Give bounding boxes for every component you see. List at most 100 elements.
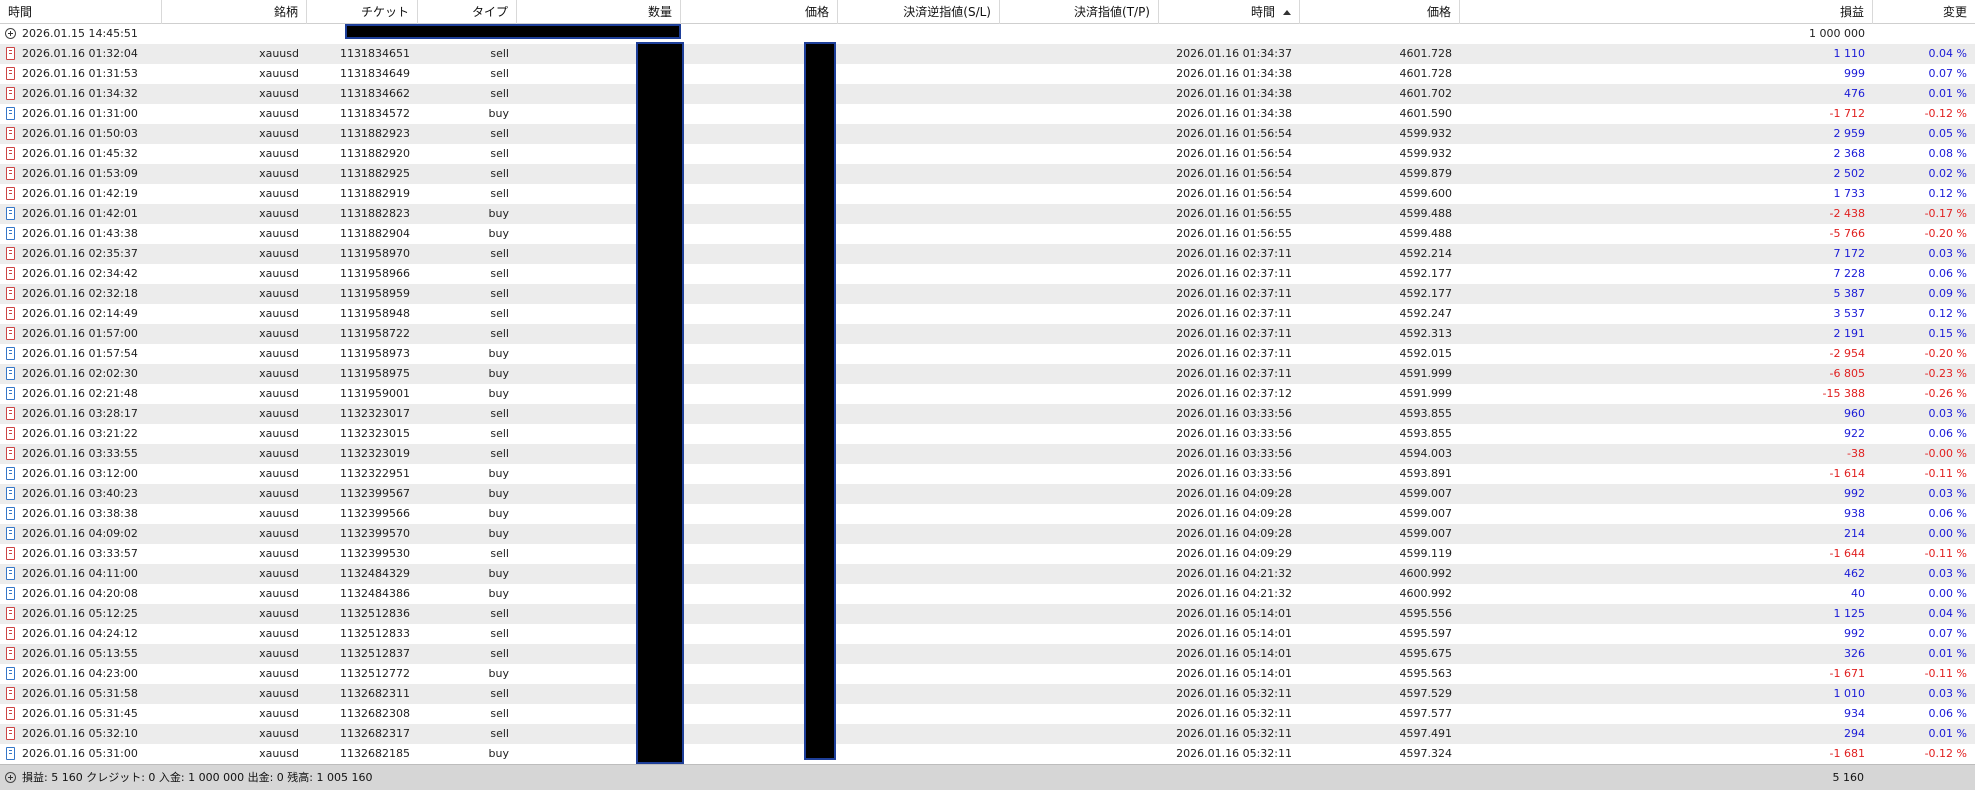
table-row[interactable]: 2026.01.16 01:31:53 xauusd 1131834649 sell 4… — [0, 64, 1975, 84]
cell-time: 2026.01.16 01:42:19 — [22, 187, 138, 200]
cell-change: -0.00 % — [1924, 447, 1967, 460]
cell-profit: 1 000 000 — [1809, 27, 1865, 40]
cell-profit: 7 228 — [1833, 267, 1866, 280]
header-change[interactable]: 変更 — [1873, 0, 1975, 24]
cell-symbol: xauusd — [259, 707, 299, 720]
table-row[interactable]: 2026.01.16 03:12:00 xauusd 1132322951 buy 45… — [0, 464, 1975, 484]
cell-time: 2026.01.16 03:33:57 — [22, 547, 138, 560]
cell-close_price: 4592.247 — [1399, 307, 1453, 320]
table-row[interactable]: 2026.01.16 02:21:48xauusd1131959001buy46… — [0, 384, 1975, 404]
table-row[interactable]: 2026.01.16 05:13:55 xauusd 1132512837 sell 4… — [0, 644, 1975, 664]
sort-ascending-icon[interactable] — [1283, 10, 1291, 15]
cell-ticket: 1132512833 — [340, 627, 410, 640]
cell-close_price: 4592.015 — [1399, 347, 1453, 360]
cell-type: buy — [488, 387, 509, 400]
cell-close_price: 4593.855 — [1399, 427, 1453, 440]
table-row[interactable]: 2026.01.16 01:50:03 xauusd 1131882923 sell 4… — [0, 124, 1975, 144]
cell-time: 2026.01.16 02:21:48 — [22, 387, 138, 400]
table-row[interactable]: 2026.01.16 03:21:22 xauusd 1132323015 sell 4… — [0, 424, 1975, 444]
header-symbol[interactable]: 銘柄 — [162, 0, 307, 24]
cell-time: 2026.01.16 02:34:42 — [22, 267, 138, 280]
cell-change: 0.07 % — [1928, 627, 1967, 640]
cell-ticket: 1132323019 — [340, 447, 410, 460]
table-row[interactable]: 2026.01.16 01:53:09 xauusd 1131882925 sell 4… — [0, 164, 1975, 184]
cell-profit: 1 125 — [1833, 607, 1866, 620]
cell-close_price: 4593.855 — [1399, 407, 1453, 420]
table-row[interactable]: 2026.01.16 05:32:10 xauusd 1132682317 sell 4… — [0, 724, 1975, 744]
cell-profit: 214 — [1844, 527, 1865, 540]
cell-type: sell — [490, 547, 509, 560]
cell-type: buy — [488, 107, 509, 120]
table-row[interactable]: 2026.01.16 02:35:37 xauusd 1131958970 sell 4… — [0, 244, 1975, 264]
table-row[interactable]: 2026.01.16 01:57:00 xauusd 1131958722 sell 4… — [0, 324, 1975, 344]
table-row[interactable]: 2026.01.16 02:32:18 xauusd 1131958959 sell 4… — [0, 284, 1975, 304]
header-price[interactable]: 価格 — [681, 0, 838, 24]
cell-type: buy — [488, 507, 509, 520]
cell-symbol: xauusd — [259, 347, 299, 360]
table-row[interactable]: 2026.01.16 04:23:00xauusd1132512772buy46… — [0, 664, 1975, 684]
table-row[interactable]: 2026.01.16 01:42:01xauusd1131882823buy46… — [0, 204, 1975, 224]
table-row[interactable]: 2026.01.16 01:42:19 xauusd 1131882919 sell 4… — [0, 184, 1975, 204]
table-row[interactable]: 2026.01.16 05:31:45 xauusd 1132682308 sell 4… — [0, 704, 1975, 724]
header-close_price[interactable]: 価格 — [1300, 0, 1460, 24]
cell-symbol: xauusd — [259, 747, 299, 760]
table-row[interactable]: 2026.01.16 04:11:00 xauusd 1132484329 buy 46… — [0, 564, 1975, 584]
header-ticket[interactable]: チケット — [307, 0, 418, 24]
cell-change: 0.01 % — [1928, 727, 1967, 740]
header-label: 変更 — [1942, 5, 1967, 19]
table-row[interactable]: 2026.01.16 04:20:08 xauusd 1132484386 buy 46… — [0, 584, 1975, 604]
cell-ticket: 1131834651 — [340, 47, 410, 60]
table-row[interactable]: 2026.01.16 02:14:49 xauusd 1131958948 sell 4… — [0, 304, 1975, 324]
table-row[interactable]: 2026.01.16 03:33:55 xauusd 1132323019 sell 4… — [0, 444, 1975, 464]
cell-close_time: 2026.01.16 02:37:11 — [1176, 307, 1292, 320]
cell-type: sell — [490, 427, 509, 440]
table-row[interactable]: 2026.01.16 04:24:12 xauusd 1132512833 sell 4… — [0, 624, 1975, 644]
header-volume[interactable]: 数量 — [517, 0, 681, 24]
expand-plus-icon[interactable] — [5, 772, 16, 783]
cell-symbol: xauusd — [259, 507, 299, 520]
table-row[interactable]: 2026.01.16 03:28:17 xauusd 1132323017 sell 4… — [0, 404, 1975, 424]
cell-close_time: 2026.01.16 01:56:54 — [1176, 187, 1292, 200]
header-type[interactable]: タイプ — [418, 0, 517, 24]
table-row[interactable]: 2026.01.16 02:02:30xauusd1131958975buy46… — [0, 364, 1975, 384]
cell-type: sell — [490, 647, 509, 660]
cell-symbol: xauusd — [259, 267, 299, 280]
cell-time: 2026.01.16 01:31:53 — [22, 67, 138, 80]
cell-symbol: xauusd — [259, 667, 299, 680]
cell-ticket: 1131834649 — [340, 67, 410, 80]
table-row[interactable]: 2026.01.16 05:31:00xauusd1132682185buy46… — [0, 744, 1975, 764]
cell-symbol: xauusd — [259, 287, 299, 300]
cell-type: sell — [490, 47, 509, 60]
table-row[interactable]: 2026.01.16 01:57:54xauusd1131958973buy46… — [0, 344, 1975, 364]
header-time[interactable]: 時間 — [0, 0, 162, 24]
cell-close_price: 4597.324 — [1399, 747, 1453, 760]
cell-profit: -2 438 — [1829, 207, 1865, 220]
table-row[interactable]: 2026.01.16 03:33:57 xauusd 1132399530 sell 4… — [0, 544, 1975, 564]
table-row[interactable]: 2026.01.16 04:09:02 xauusd 1132399570 buy 45… — [0, 524, 1975, 544]
table-row[interactable]: 2026.01.16 01:34:32 xauusd 1131834662 sell 4… — [0, 84, 1975, 104]
cell-ticket: 1131882919 — [340, 187, 410, 200]
table-row[interactable]: 2026.01.16 01:43:38xauusd1131882904buy46… — [0, 224, 1975, 244]
table-row[interactable]: 2026.01.16 05:12:25 xauusd 1132512836 sell 4… — [0, 604, 1975, 624]
table-row[interactable]: 2026.01.16 02:34:42 xauusd 1131958966 sell 4… — [0, 264, 1975, 284]
table-row[interactable]: 2026.01.16 03:38:38 xauusd 1132399566 buy 45… — [0, 504, 1975, 524]
header-sl[interactable]: 決済逆指値(S/L) — [838, 0, 1000, 24]
table-row[interactable]: 2026.01.16 03:40:23 xauusd 1132399567 buy 45… — [0, 484, 1975, 504]
cell-close_price: 4595.597 — [1399, 627, 1453, 640]
table-row[interactable]: 2026.01.16 05:31:58 xauusd 1132682311 sell 4… — [0, 684, 1975, 704]
cell-profit: 5 387 — [1833, 287, 1866, 300]
cell-change: 0.01 % — [1928, 87, 1967, 100]
cell-symbol: xauusd — [259, 147, 299, 160]
cell-time: 2026.01.16 04:09:02 — [22, 527, 138, 540]
balance-row[interactable]: 2026.01.15 14:45:51 1 000 000 — [0, 24, 1975, 44]
table-row[interactable]: 2026.01.16 01:32:04 xauusd 1131834651 sell 4… — [0, 44, 1975, 64]
table-row[interactable]: 2026.01.16 01:31:00 xauusd 1131834572 buy 46… — [0, 104, 1975, 124]
cell-close_price: 4597.529 — [1399, 687, 1453, 700]
cell-type: sell — [490, 67, 509, 80]
cell-close_price: 4597.491 — [1399, 727, 1453, 740]
table-row[interactable]: 2026.01.16 01:45:32 xauusd 1131882920 sell 4… — [0, 144, 1975, 164]
redaction-volume-column — [636, 42, 684, 764]
header-profit[interactable]: 損益 — [1460, 0, 1873, 24]
header-close_time[interactable]: 時間 — [1159, 0, 1300, 24]
header-tp[interactable]: 決済指値(T/P) — [1000, 0, 1159, 24]
